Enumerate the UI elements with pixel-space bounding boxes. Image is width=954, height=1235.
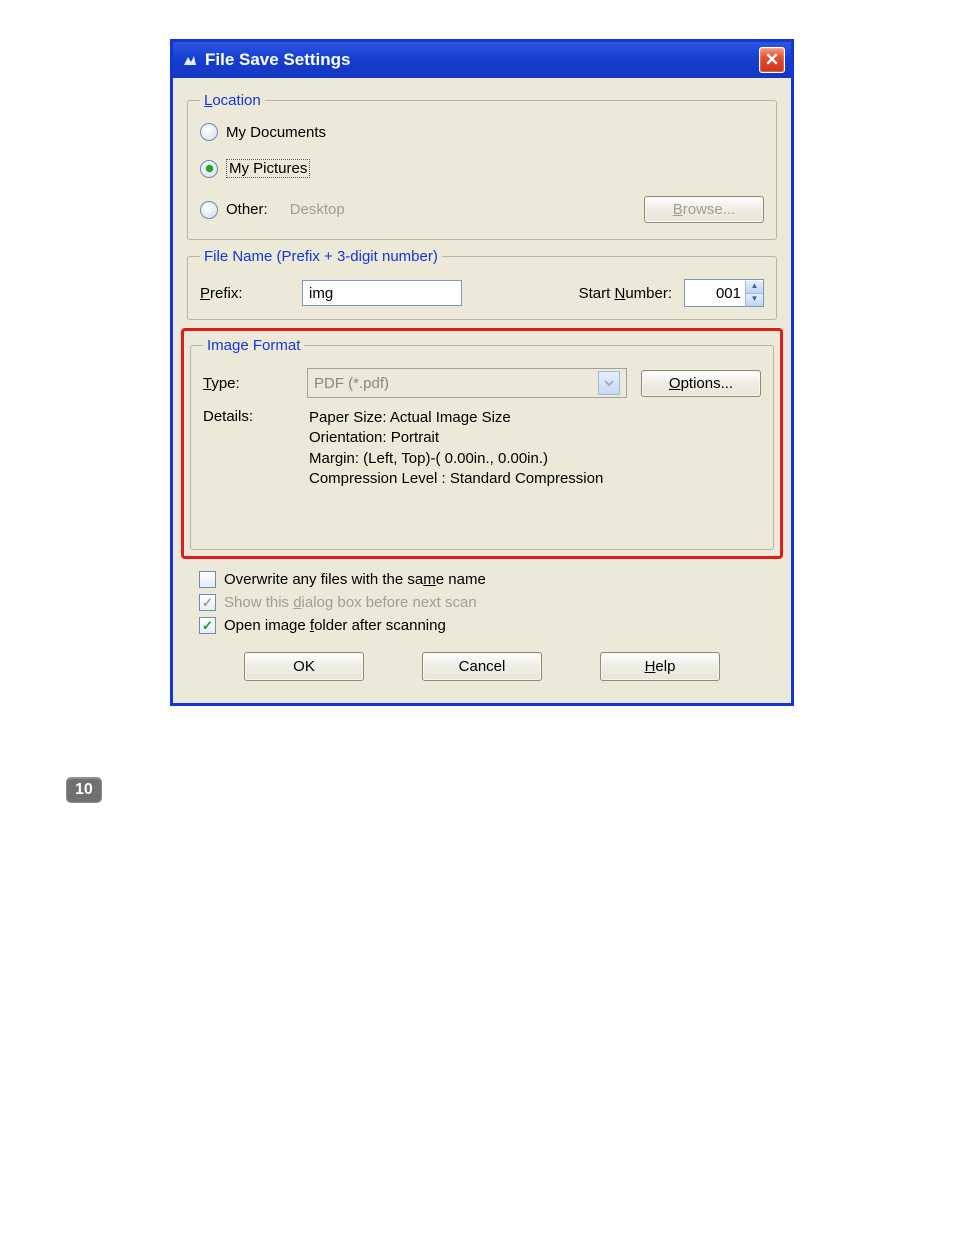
radio-other[interactable]: Other: Desktop Browse... <box>200 196 764 223</box>
options-button[interactable]: Options... <box>641 370 761 397</box>
detail-line: Paper Size: Actual Image Size <box>309 408 603 428</box>
radio-icon <box>200 123 218 141</box>
type-label: Type: <box>203 375 293 392</box>
detail-line: Compression Level : Standard Compression <box>309 469 603 489</box>
radio-icon <box>200 160 218 178</box>
check-show-dialog: Show this dialog box before next scan <box>199 594 777 611</box>
type-value: PDF (*.pdf) <box>314 375 389 392</box>
file-save-settings-dialog: File Save Settings Location My Documents… <box>170 39 794 706</box>
prefix-label: Prefix: <box>200 285 290 302</box>
type-select[interactable]: PDF (*.pdf) <box>307 368 627 398</box>
details-label: Details: <box>203 408 293 489</box>
titlebar[interactable]: File Save Settings <box>173 42 791 78</box>
prefix-input[interactable] <box>302 280 462 306</box>
checkbox-icon <box>199 617 216 634</box>
location-legend: Location <box>200 92 265 109</box>
image-format-highlight: Image Format Type: PDF (*.pdf) Options..… <box>181 328 783 559</box>
checkbox-icon <box>199 594 216 611</box>
detail-line: Margin: (Left, Top)-( 0.00in., 0.00in.) <box>309 449 603 469</box>
start-number-spinner[interactable]: ▲ ▼ <box>684 279 764 307</box>
start-number-input[interactable] <box>685 281 745 305</box>
spin-down-icon[interactable]: ▼ <box>745 294 763 306</box>
detail-line: Orientation: Portrait <box>309 428 603 448</box>
other-path: Desktop <box>290 201 636 218</box>
radio-my-pictures[interactable]: My Pictures <box>200 159 764 178</box>
close-button[interactable] <box>759 47 785 73</box>
spin-up-icon[interactable]: ▲ <box>745 281 763 294</box>
ok-button[interactable]: OK <box>244 652 364 681</box>
step-badge: 10 <box>66 777 102 803</box>
app-icon <box>181 51 199 69</box>
dialog-body: Location My Documents My Pictures Other:… <box>173 78 791 703</box>
start-number-label: Start Number: <box>579 285 672 302</box>
chevron-down-icon <box>598 371 620 395</box>
filename-group: File Name (Prefix + 3-digit number) Pref… <box>187 248 777 320</box>
cancel-button[interactable]: Cancel <box>422 652 542 681</box>
check-open-folder[interactable]: Open image folder after scanning <box>199 617 777 634</box>
check-label: Overwrite any files with the same name <box>224 571 486 588</box>
details-lines: Paper Size: Actual Image Size Orientatio… <box>309 408 603 489</box>
radio-my-documents[interactable]: My Documents <box>200 123 764 141</box>
image-format-legend: Image Format <box>203 337 304 354</box>
radio-label: My Pictures <box>226 159 310 178</box>
help-button[interactable]: Help <box>600 652 720 681</box>
radio-label: Other: <box>226 201 268 218</box>
location-group: Location My Documents My Pictures Other:… <box>187 92 777 240</box>
browse-button[interactable]: Browse... <box>644 196 764 223</box>
dialog-buttons: OK Cancel Help <box>187 652 777 681</box>
check-label: Open image folder after scanning <box>224 617 446 634</box>
radio-label: My Documents <box>226 124 326 141</box>
checkbox-icon <box>199 571 216 588</box>
radio-icon <box>200 201 218 219</box>
filename-legend: File Name (Prefix + 3-digit number) <box>200 248 442 265</box>
image-format-group: Image Format Type: PDF (*.pdf) Options..… <box>190 337 774 550</box>
dialog-title: File Save Settings <box>205 50 759 70</box>
check-label: Show this dialog box before next scan <box>224 594 477 611</box>
check-overwrite[interactable]: Overwrite any files with the same name <box>199 571 777 588</box>
spinner-buttons[interactable]: ▲ ▼ <box>745 281 763 306</box>
